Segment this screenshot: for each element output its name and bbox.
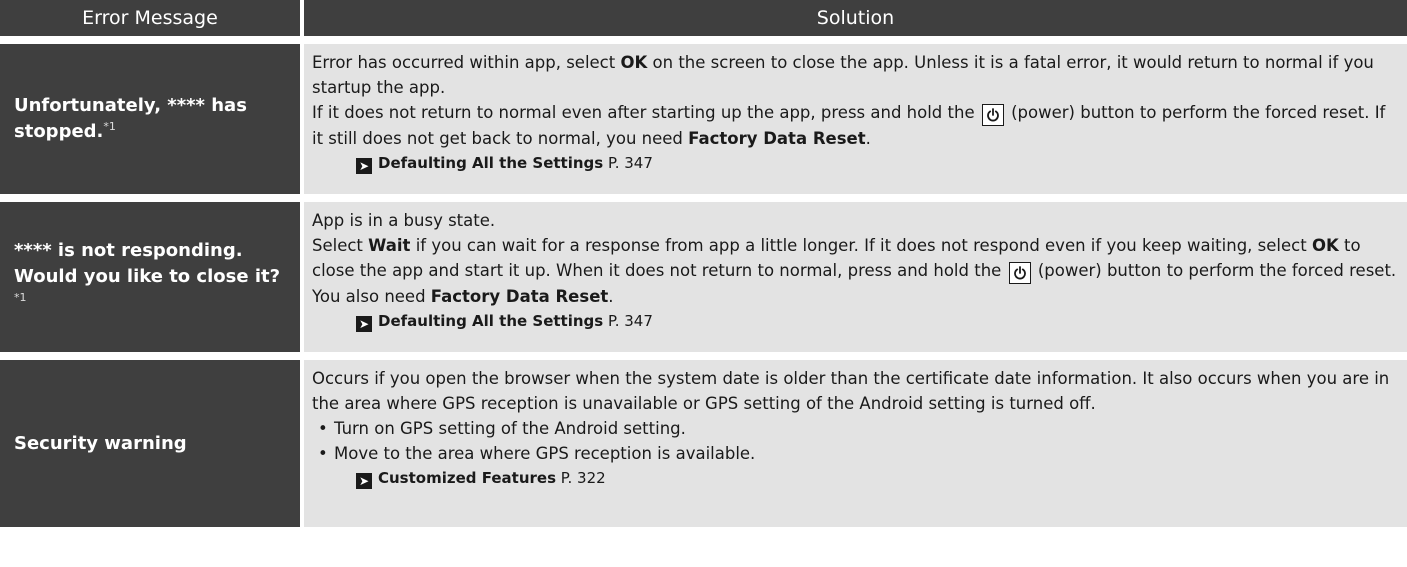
error-message-label: Security warning (14, 432, 187, 454)
page-reference[interactable]: ➤ Customized Features P. 322 (312, 466, 1399, 491)
solution-paragraph: App is in a busy state. (312, 211, 496, 230)
solution-paragraph: Occurs if you open the browser when the … (312, 369, 1390, 413)
page-reference[interactable]: ➤ Defaulting All the Settings P. 347 (312, 151, 1399, 176)
factory-data-reset-keyword: Factory Data Reset (688, 129, 866, 148)
error-message-text: Unfortunately, **** has stopped.*1 (14, 93, 288, 145)
reference-arrow-icon: ➤ (356, 158, 372, 174)
bullet-icon: • (318, 419, 328, 438)
solution-text: If it does not return to normal even aft… (312, 103, 980, 122)
wait-keyword: Wait (368, 236, 411, 255)
reference-title: Customized Features (378, 469, 557, 487)
bullet-icon: • (318, 444, 328, 463)
solution-text: Select (312, 236, 369, 255)
error-message-label: **** is not responding. Would you like t… (14, 240, 281, 287)
power-icon (981, 104, 1004, 126)
table-row: Unfortunately, **** has stopped.*1 Error… (0, 44, 1407, 194)
solution-cell: Error has occurred within app, select OK… (304, 44, 1407, 194)
list-item-text: Move to the area where GPS reception is … (334, 444, 756, 463)
header-solution: Solution (304, 0, 1407, 36)
solution-paragraph: Error has occurred within app, select OK… (312, 50, 1399, 100)
list-item-text: Turn on GPS setting of the Android setti… (334, 419, 686, 438)
list-item: • Turn on GPS setting of the Android sett… (312, 416, 1399, 441)
reference-title: Defaulting All the Settings (378, 154, 604, 172)
reference-page: P. 347 (603, 154, 653, 172)
reference-arrow-icon: ➤ (356, 316, 372, 332)
power-icon (1008, 262, 1031, 284)
reference-arrow-icon: ➤ (356, 473, 372, 489)
footnote-marker: *1 (14, 291, 27, 304)
table-row: Security warning Occurs if you open the … (0, 360, 1407, 527)
solution-paragraph: If it does not return to normal even aft… (312, 100, 1399, 151)
error-message-cell: Security warning (0, 360, 300, 527)
page-reference[interactable]: ➤ Defaulting All the Settings P. 347 (312, 309, 1399, 334)
solution-paragraph: Select Wait if you can wait for a respon… (312, 233, 1399, 309)
reference-title: Defaulting All the Settings (378, 312, 604, 330)
factory-data-reset-keyword: Factory Data Reset (430, 287, 609, 306)
error-message-cell: Unfortunately, **** has stopped.*1 (0, 44, 300, 194)
error-message-cell: **** is not responding. Would you like t… (0, 202, 300, 352)
solution-text: if you can wait for a response from app … (410, 236, 1312, 255)
table-header: Error Message Solution (0, 0, 1407, 36)
solution-text: . (865, 129, 871, 148)
solution-cell: App is in a busy state. Select Wait if y… (304, 202, 1407, 352)
footnote-marker: *1 (103, 120, 116, 133)
header-error-message: Error Message (0, 0, 300, 36)
ok-keyword: OK (620, 53, 648, 72)
table-row: **** is not responding. Would you like t… (0, 202, 1407, 352)
error-message-table: Error Message Solution Unfortunately, **… (0, 0, 1407, 527)
error-message-label: Unfortunately, **** has stopped. (14, 95, 247, 142)
solution-cell: Occurs if you open the browser when the … (304, 360, 1407, 527)
reference-page: P. 347 (603, 312, 653, 330)
ok-keyword: OK (1311, 236, 1339, 255)
error-message-text: **** is not responding. Would you like t… (14, 238, 288, 316)
reference-page: P. 322 (556, 469, 606, 487)
solution-text: Error has occurred within app, select (312, 53, 621, 72)
solution-text: . (608, 287, 614, 306)
list-item: • Move to the area where GPS reception is… (312, 441, 1399, 466)
